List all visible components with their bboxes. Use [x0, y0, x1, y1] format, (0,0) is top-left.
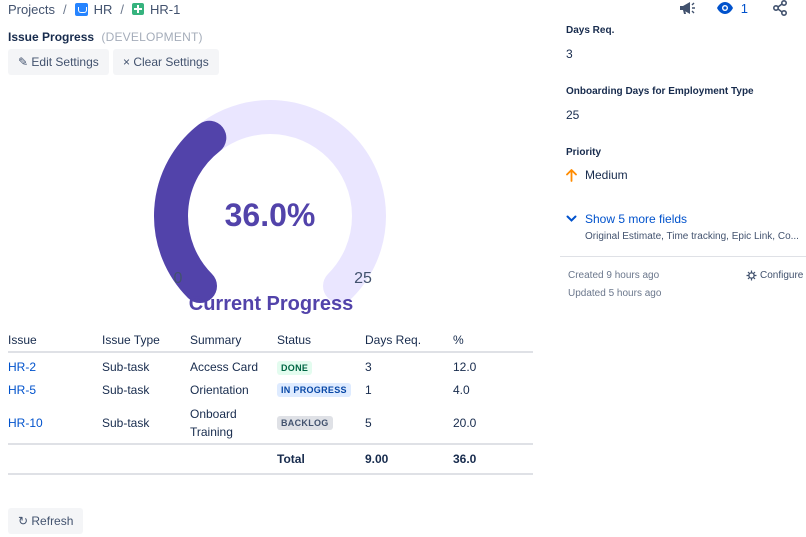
total-row: Total 9.00 36.0 — [8, 444, 533, 474]
gauge-fill — [154, 120, 227, 303]
breadcrumb: Projects / HR / HR-1 — [8, 1, 180, 17]
gauge-max-label: 25 — [354, 270, 372, 287]
divider — [560, 256, 806, 257]
breadcrumb-separator: / — [120, 1, 124, 17]
environment-label: (DEVELOPMENT) — [101, 30, 203, 44]
panel-title: Issue Progress (DEVELOPMENT) — [8, 30, 203, 44]
clear-settings-button[interactable]: × Clear Settings — [113, 49, 219, 75]
summary-line: Training — [190, 424, 233, 439]
total-days: 9.00 — [365, 452, 389, 466]
onboarding-days-value[interactable]: 25 — [566, 108, 579, 122]
column-header-days-req: Days Req. — [365, 328, 453, 353]
issue-link[interactable]: HR-2 — [8, 360, 36, 374]
gauge-min-label: 0 — [174, 270, 183, 287]
percent-cell: 4.0 — [453, 382, 470, 397]
issue-link[interactable]: HR-10 — [8, 416, 43, 430]
configure-label: Configure — [760, 270, 804, 281]
status-badge: BACKLOG — [277, 416, 333, 430]
issue-type-cell: Sub-task — [102, 415, 150, 430]
table-row: HR-2 Sub-task Access Card DONE 3 12.0 — [8, 352, 533, 377]
configure-button[interactable]: Configure — [746, 270, 803, 281]
gear-icon — [746, 270, 757, 281]
days-req-value[interactable]: 3 — [566, 47, 573, 61]
percent-cell: 12.0 — [453, 360, 477, 374]
summary-cell: Onboard Training — [190, 402, 277, 444]
column-header-issue-type: Issue Type — [102, 328, 190, 353]
days-cell: 3 — [365, 360, 372, 374]
priority-field[interactable]: Medium — [566, 168, 628, 182]
table-row: HR-5 Sub-task Orientation IN PROGRESS 1 … — [8, 377, 533, 402]
breadcrumb-issue[interactable]: HR-1 — [150, 2, 180, 17]
issue-type-cell: Sub-task — [102, 382, 150, 397]
created-timestamp: Created 9 hours ago — [568, 270, 660, 281]
hidden-fields-summary: Original Estimate, Time tracking, Epic L… — [585, 231, 799, 242]
column-header-status: Status — [277, 328, 365, 353]
arrow-up-icon — [566, 168, 577, 182]
status-badge: IN PROGRESS — [277, 383, 351, 397]
breadcrumb-separator: / — [62, 1, 67, 17]
edit-settings-button[interactable]: ✎ Edit Settings — [8, 49, 109, 75]
updated-timestamp: Updated 5 hours ago — [568, 288, 662, 299]
column-header-summary: Summary — [190, 328, 277, 353]
left-panel: Projects / HR / HR-1 Issue Progress (DEV… — [0, 0, 540, 537]
summary-line: Onboard — [190, 406, 237, 421]
breadcrumb-project[interactable]: HR — [94, 2, 113, 17]
summary-cell: Orientation — [190, 382, 249, 397]
progress-gauge: 36.0% 0 25 Current Progress — [154, 100, 386, 315]
progress-table: Issue Issue Type Summary Status Days Req… — [8, 328, 533, 475]
refresh-button[interactable]: ↻ Refresh — [8, 508, 84, 534]
priority-value: Medium — [585, 168, 628, 182]
days-req-label: Days Req. — [566, 25, 615, 36]
total-percent: 36.0 — [453, 452, 477, 466]
percent-cell: 20.0 — [453, 415, 477, 430]
gauge-caption: Current Progress — [189, 293, 354, 315]
column-header-issue: Issue — [8, 328, 102, 353]
issue-link[interactable]: HR-5 — [8, 383, 36, 397]
summary-cell: Access Card — [190, 360, 259, 374]
days-cell: 1 — [365, 382, 372, 397]
show-more-fields-link[interactable]: Show 5 more fields — [566, 212, 687, 226]
column-header-percent: % — [453, 328, 533, 353]
onboarding-days-label: Onboarding Days for Employment Type — [566, 86, 754, 97]
table-row: HR-10 Sub-task Onboard Training BACKLOG … — [8, 402, 533, 444]
gauge-percent: 36.0% — [225, 197, 316, 233]
table-header-row: Issue Issue Type Summary Status Days Req… — [8, 328, 533, 353]
project-icon — [74, 2, 88, 16]
subtask-icon — [132, 3, 144, 15]
show-more-label: Show 5 more fields — [585, 212, 688, 226]
total-label: Total — [277, 452, 305, 466]
status-badge: DONE — [277, 360, 313, 375]
issue-type-cell: Sub-task — [102, 360, 150, 374]
priority-label: Priority — [566, 147, 602, 158]
details-panel: Days Req. 3 Onboarding Days for Employme… — [556, 0, 806, 537]
breadcrumb-projects[interactable]: Projects — [8, 2, 55, 17]
panel-title-text: Issue Progress — [8, 30, 95, 44]
days-cell: 5 — [365, 415, 372, 430]
chevron-down-icon — [566, 215, 577, 222]
